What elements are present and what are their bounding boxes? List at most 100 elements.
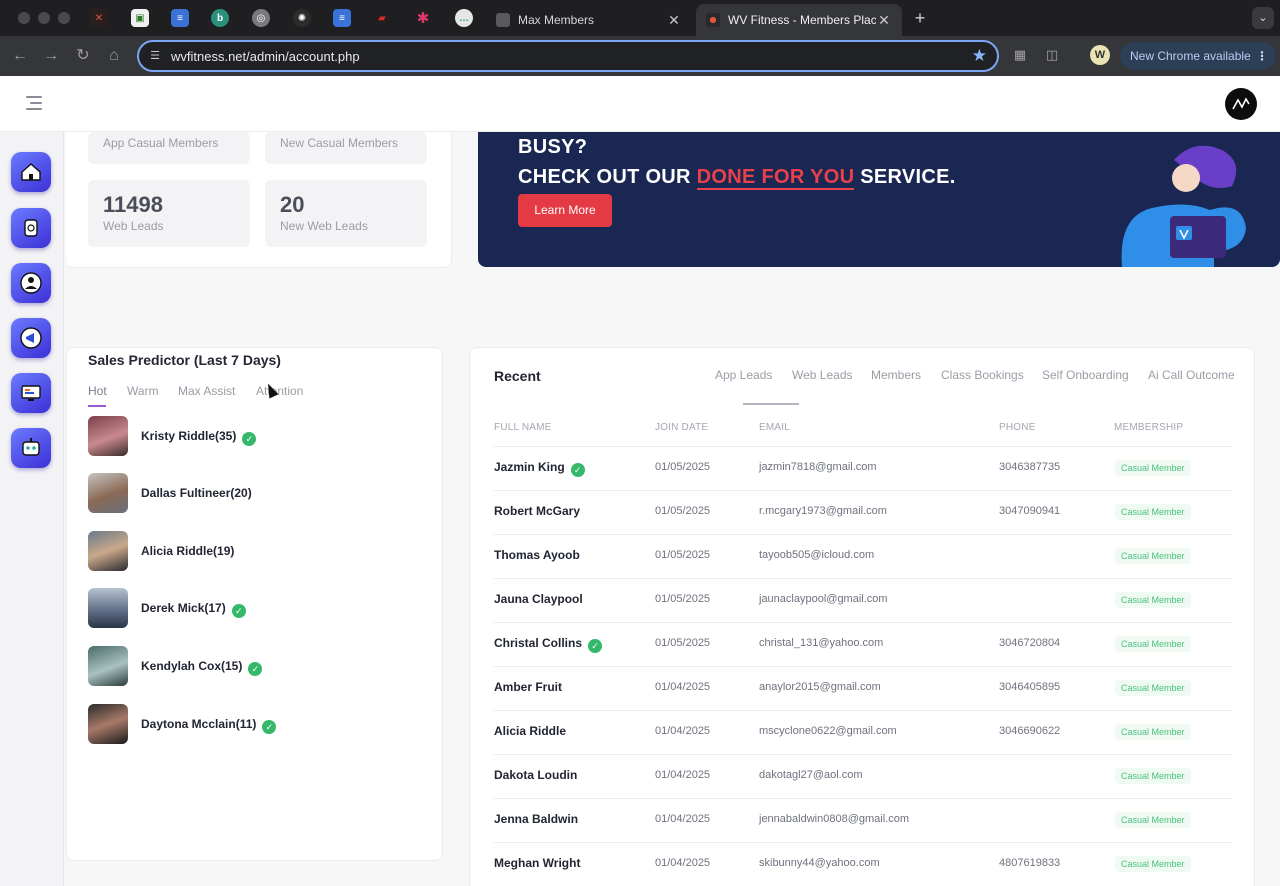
stat-app-casual-members[interactable]: App Casual Members [88, 132, 250, 164]
table-row[interactable]: Amber Fruit 01/04/2025 anaylor2015@gmail… [494, 666, 1233, 710]
stat-new-casual-members[interactable]: New Casual Members [265, 132, 427, 164]
tab-self-onboarding[interactable]: Self Onboarding [1042, 368, 1129, 382]
predictor-person[interactable]: Kristy Riddle(35) ✓ [88, 416, 388, 456]
chatgpt-tab-favicon-icon[interactable]: ✺ [293, 9, 311, 27]
home-button[interactable]: ⌂ [103, 45, 125, 67]
folder-icon[interactable]: ▦ [1011, 46, 1029, 64]
table-row[interactable]: Jauna Claypool 01/05/2025 jaunaclaypool@… [494, 578, 1233, 622]
row-name[interactable]: Robert McGary [494, 504, 580, 518]
tab-max-members[interactable]: Max Members ✕ [486, 4, 692, 36]
more-menu-icon[interactable]: ⋮ [1256, 42, 1268, 70]
row-name[interactable]: Alicia Riddle [494, 724, 566, 738]
globe-tab-favicon-icon[interactable]: ◎ [252, 9, 270, 27]
row-name-text: Dakota Loudin [494, 768, 578, 782]
column-header-phone[interactable]: PHONE [999, 422, 1036, 433]
rail-monitor-button[interactable] [11, 373, 51, 413]
column-header-membership[interactable]: MEMBERSHIP [1114, 422, 1183, 433]
pinned-tab-favicon-icon[interactable]: ▣ [131, 9, 149, 27]
url-text[interactable]: wvfitness.net/admin/account.php [171, 49, 360, 64]
tab-members[interactable]: Members [871, 368, 921, 382]
column-header-join-date[interactable]: JOIN DATE [655, 422, 708, 433]
tab-app-leads[interactable]: App Leads [715, 368, 772, 382]
rail-members-button[interactable] [11, 263, 51, 303]
row-name[interactable]: Amber Fruit [494, 680, 562, 694]
tab-max-assist[interactable]: Max Assist [178, 384, 235, 398]
table-row[interactable]: Christal Collins ✓ 01/05/2025 christal_13… [494, 622, 1233, 666]
tab-ai-call-outcome[interactable]: Ai Call Outcome [1148, 368, 1235, 382]
column-header-full-name[interactable]: FULL NAME [494, 422, 552, 433]
stat-new-web-leads[interactable]: 20 New Web Leads [265, 180, 427, 247]
table-row[interactable]: Jenna Baldwin 01/04/2025 jennabaldwin080… [494, 798, 1233, 842]
new-tab-button[interactable]: + [910, 8, 930, 28]
row-name[interactable]: Jenna Baldwin [494, 812, 578, 826]
site-settings-icon[interactable]: ☰ [147, 48, 163, 64]
table-row[interactable]: Meghan Wright 01/04/2025 skibunny44@yaho… [494, 842, 1233, 886]
table-row[interactable]: Thomas Ayoob 01/05/2025 tayoob505@icloud… [494, 534, 1233, 578]
reload-button[interactable]: ↻ [72, 45, 94, 67]
verified-icon: ✓ [262, 720, 277, 734]
learn-more-button[interactable]: Learn More [518, 194, 612, 227]
column-header-email[interactable]: EMAIL [759, 422, 790, 433]
tab-search-button[interactable]: ⌄ [1252, 7, 1274, 29]
table-row[interactable]: Robert McGary 01/05/2025 r.mcgary1973@gm… [494, 490, 1233, 534]
predictor-person[interactable]: Alicia Riddle(19) [88, 531, 388, 571]
row-name[interactable]: Meghan Wright [494, 856, 580, 870]
membership-badge: Casual Member [1115, 504, 1191, 520]
predictor-person[interactable]: Dallas Fultineer(20) [88, 473, 388, 513]
table-row[interactable]: Jazmin King ✓ 01/05/2025 jazmin7818@gmail… [494, 446, 1233, 490]
members-icon [20, 272, 42, 294]
rail-robot-button[interactable] [11, 428, 51, 468]
banner-text: CHECK OUT OUR [518, 166, 697, 188]
row-name-text: Jazmin King [494, 460, 565, 474]
rail-home-button[interactable] [11, 152, 51, 192]
predictor-person[interactable]: Daytona Mcclain(11) ✓ [88, 704, 388, 744]
row-name[interactable]: Thomas Ayoob [494, 548, 580, 562]
tab-hot[interactable]: Hot [88, 384, 107, 398]
star-icon[interactable]: ★ [972, 46, 987, 66]
predictor-person[interactable]: Kendylah Cox(15) ✓ [88, 646, 388, 686]
row-join-date: 01/04/2025 [655, 857, 711, 869]
profile-avatar[interactable]: W [1090, 45, 1110, 65]
stat-web-leads[interactable]: 11498 Web Leads [88, 180, 250, 247]
update-label: New Chrome available [1130, 49, 1251, 63]
row-name[interactable]: Christal Collins ✓ [494, 636, 603, 653]
row-name[interactable]: Dakota Loudin [494, 768, 577, 782]
rail-watch-button[interactable] [11, 208, 51, 248]
pinned-tab-favicon-icon[interactable]: ✕ [90, 9, 108, 27]
extensions-icon[interactable]: ◫ [1043, 46, 1061, 64]
back-button[interactable]: ← [9, 45, 31, 67]
row-name[interactable]: Jauna Claypool [494, 592, 583, 606]
avatar [88, 473, 128, 513]
pinned-tab-favicon-icon[interactable]: ✱ [414, 9, 432, 27]
sales-predictor-card: Sales Predictor (Last 7 Days) Hot Warm M… [66, 347, 443, 861]
close-icon[interactable]: ✕ [666, 12, 682, 29]
table-row[interactable]: Alicia Riddle 01/04/2025 mscyclone0622@g… [494, 710, 1233, 754]
chrome-update-button[interactable]: New Chrome available ⋮ [1120, 42, 1276, 70]
table-row[interactable]: Dakota Loudin 01/04/2025 dakotagl27@aol.… [494, 754, 1233, 798]
docs-tab-favicon-icon[interactable]: ≡ [171, 9, 189, 27]
tab-web-leads[interactable]: Web Leads [792, 368, 853, 382]
rail-marketing-button[interactable] [11, 318, 51, 358]
chat-tab-favicon-icon[interactable]: … [455, 9, 473, 27]
recent-card: Recent App Leads Web Leads Members Class… [469, 347, 1255, 886]
verified-icon: ✓ [570, 463, 585, 477]
close-icon[interactable]: ✕ [876, 12, 892, 29]
hamburger-icon[interactable] [26, 96, 42, 110]
row-name-text: Jenna Baldwin [494, 812, 579, 826]
window-zoom-dot[interactable] [58, 12, 70, 24]
forward-button[interactable]: → [40, 45, 62, 67]
tab-wv-fitness[interactable]: WV Fitness - Members Place ✕ [696, 4, 902, 36]
docs-tab-favicon-icon[interactable]: ≡ [333, 9, 351, 27]
window-close-dot[interactable] [18, 12, 30, 24]
pinned-tab-favicon-icon[interactable]: b [211, 9, 229, 27]
verified-icon: ✓ [231, 604, 246, 618]
pinned-tab-favicon-icon[interactable]: ▰ [373, 9, 391, 27]
person-name-text: Alicia Riddle(19) [141, 544, 235, 558]
row-name[interactable]: Jazmin King ✓ [494, 460, 585, 477]
address-bar[interactable]: ☰ wvfitness.net/admin/account.php ★ [137, 40, 999, 72]
tab-warm[interactable]: Warm [127, 384, 159, 398]
predictor-person[interactable]: Derek Mick(17) ✓ [88, 588, 388, 628]
brand-logo[interactable] [1225, 88, 1257, 120]
tab-class-bookings[interactable]: Class Bookings [941, 368, 1024, 382]
window-minimize-dot[interactable] [38, 12, 50, 24]
